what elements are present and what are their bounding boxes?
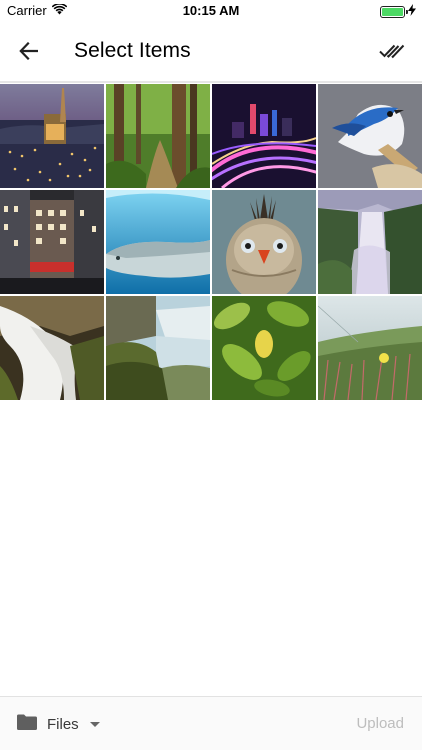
folder-icon [16,713,38,736]
photo-thumbnail[interactable] [0,296,104,400]
photo-thumbnail[interactable] [318,296,422,400]
page-title: Select Items [74,39,191,62]
photo-thumbnail[interactable] [106,296,210,400]
photo-thumbnail[interactable] [106,190,210,294]
bottom-toolbar: Files Upload [0,696,422,750]
photo-thumbnail[interactable] [106,84,210,188]
battery-fill [382,7,403,16]
photo-thumbnail[interactable] [212,84,316,188]
status-right [380,4,416,19]
photo-thumbnail[interactable] [318,84,422,188]
upload-button[interactable]: Upload [356,715,404,732]
battery-icon [380,5,408,18]
charging-bolt-icon [408,4,416,19]
nav-bar: Select Items [0,22,422,82]
caret-down-icon [89,722,100,727]
photo-thumbnail[interactable] [0,190,104,294]
files-label: Files [47,716,79,733]
select-all-button[interactable] [376,38,408,68]
photo-thumbnail[interactable] [212,296,316,400]
photo-thumbnail[interactable] [318,190,422,294]
status-bar: Carrier 10:15 AM [0,0,422,22]
photo-thumbnail[interactable] [212,190,316,294]
double-check-icon [379,43,405,64]
arrow-left-icon [19,41,39,65]
files-dropdown[interactable]: Files [16,713,100,736]
status-time: 10:15 AM [182,3,240,18]
back-button[interactable] [14,38,44,68]
photo-grid [0,84,422,400]
nav-divider [0,81,422,83]
photo-thumbnail[interactable] [0,84,104,188]
